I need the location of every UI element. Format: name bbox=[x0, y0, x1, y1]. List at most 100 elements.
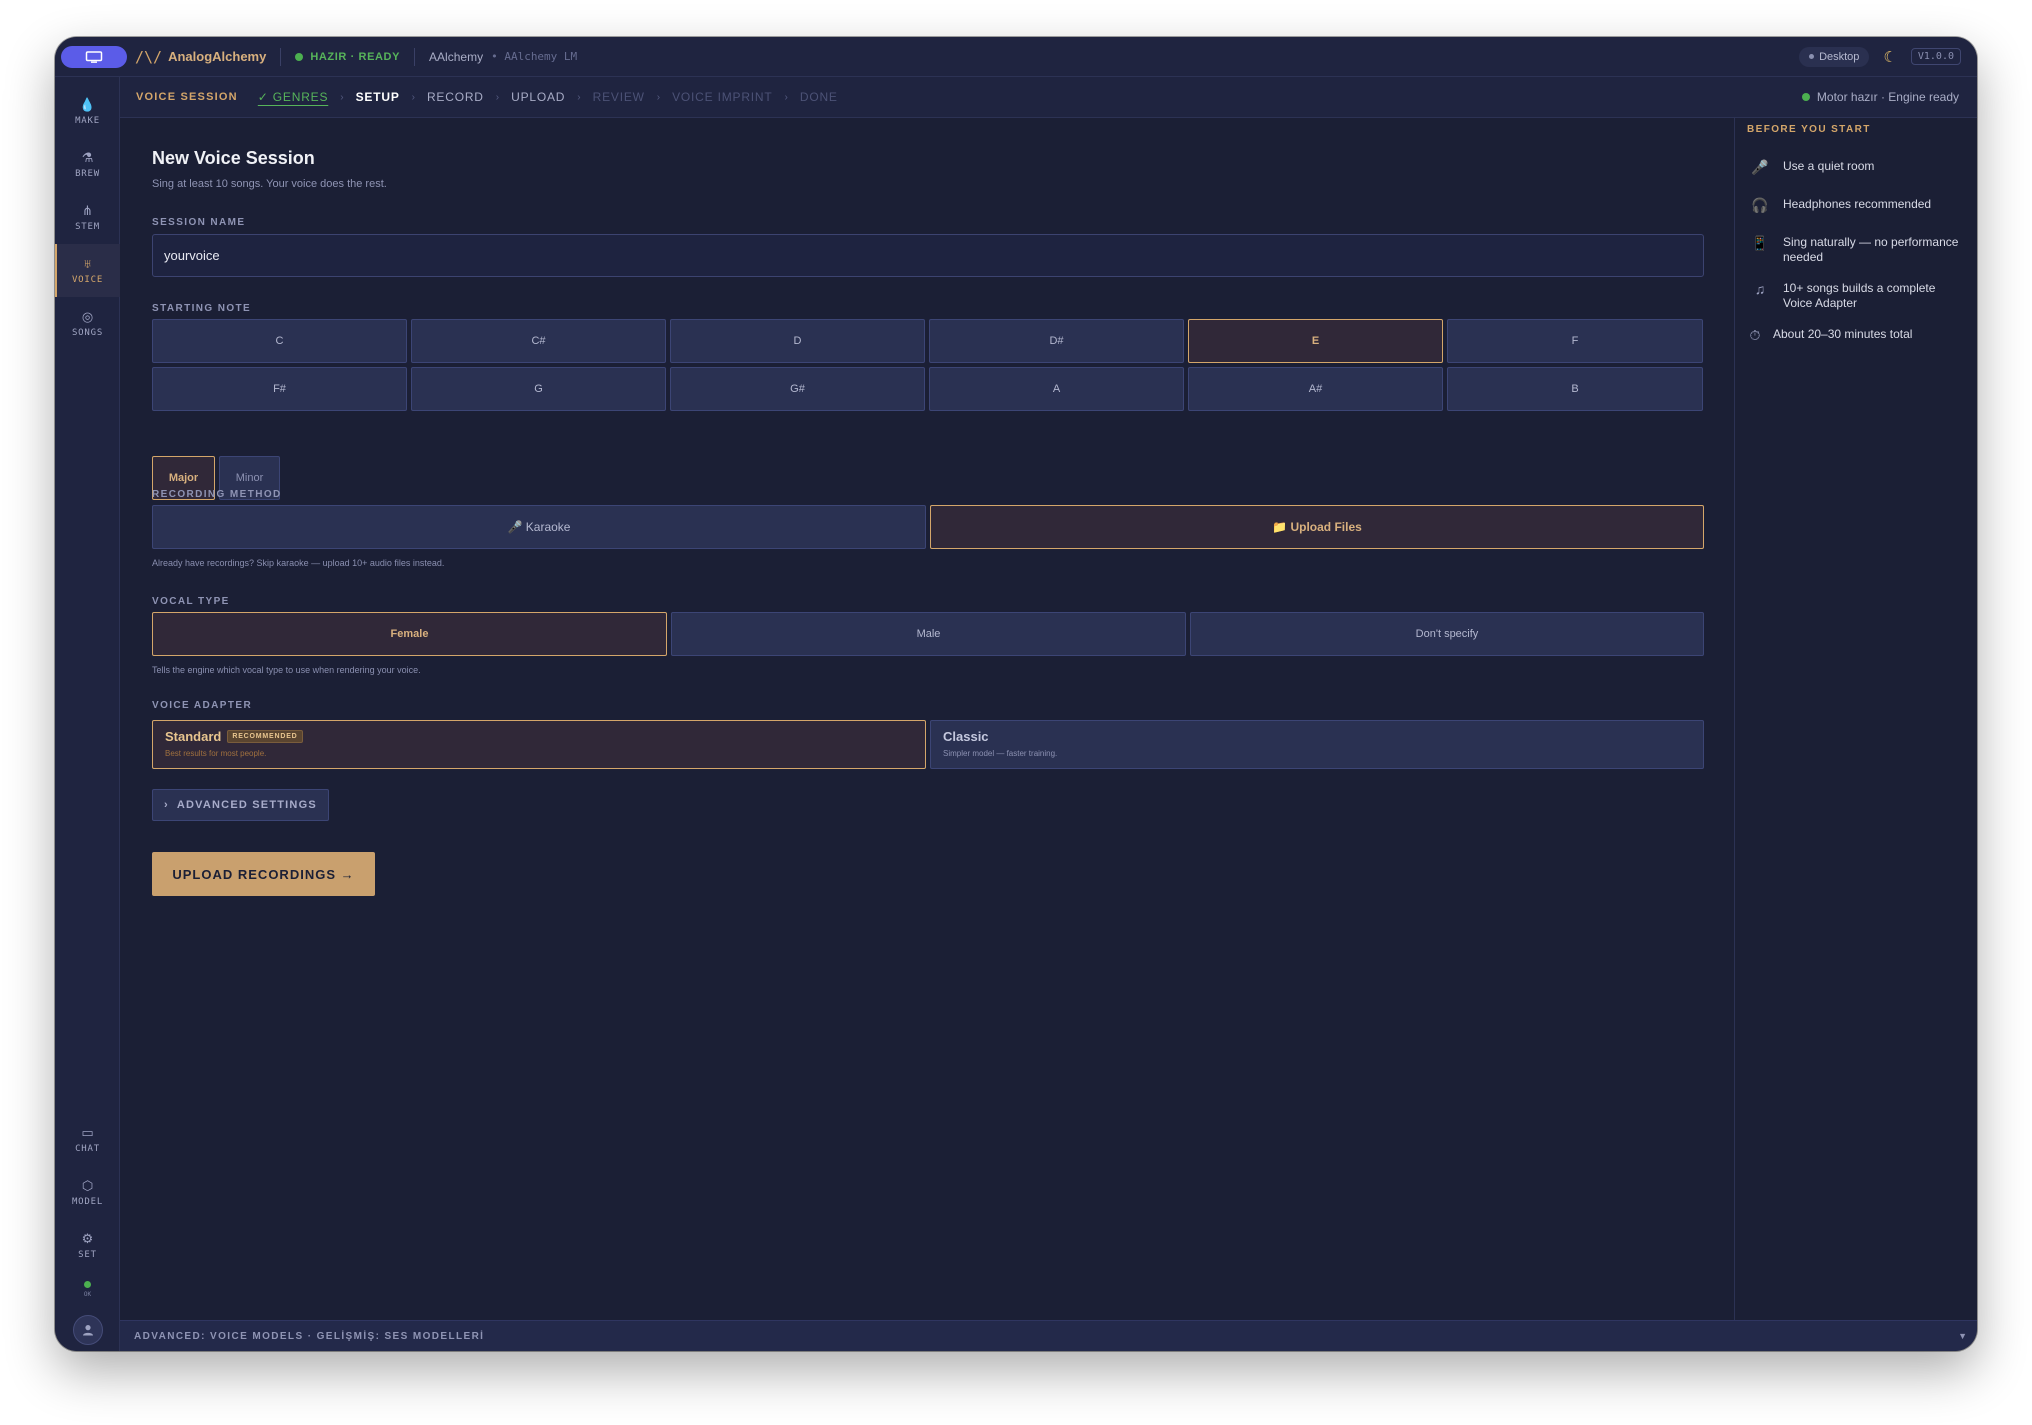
advanced-voice-models-bar[interactable]: ADVANCED: VOICE MODELS · GELİŞMİŞ: SES M… bbox=[120, 1320, 1977, 1351]
note-d-sharp-button[interactable]: D# bbox=[929, 319, 1184, 363]
user-icon bbox=[83, 1325, 93, 1336]
nav-label: VOICE bbox=[71, 274, 104, 285]
step-setup[interactable]: SETUP bbox=[356, 90, 400, 104]
nav-label: CHAT bbox=[75, 1143, 100, 1154]
project-name[interactable]: AAlchemy bbox=[429, 50, 483, 64]
desktop-dot-icon bbox=[1809, 54, 1815, 59]
tip-text: Use a quiet room bbox=[1783, 159, 1875, 173]
note-g-sharp-button[interactable]: G# bbox=[670, 367, 925, 411]
chevron-right-icon: › bbox=[411, 91, 415, 103]
step-upload[interactable]: UPLOAD bbox=[511, 90, 565, 104]
advanced-settings-label: ADVANCED SETTINGS bbox=[176, 799, 317, 811]
chevron-right-icon: › bbox=[340, 91, 344, 103]
nav-make[interactable]: 💧 MAKE bbox=[55, 85, 120, 138]
app-window: /\/ AnalogAlchemy HAZIR · READY AAlchemy… bbox=[55, 37, 1977, 1351]
vocal-unspecified-option[interactable]: Don't specify bbox=[1190, 612, 1704, 656]
vocal-type-label: VOCAL TYPE bbox=[152, 596, 230, 607]
top-bar: /\/ AnalogAlchemy HAZIR · READY AAlchemy… bbox=[55, 37, 1977, 77]
starting-note-label: STARTING NOTE bbox=[152, 303, 252, 314]
system-ok-dot-icon bbox=[84, 1281, 91, 1288]
nav-voice[interactable]: ♅ VOICE bbox=[55, 244, 120, 297]
vocal-male-option[interactable]: Male bbox=[671, 612, 1186, 656]
chevron-right-icon: › bbox=[495, 91, 500, 103]
note-b-button[interactable]: B bbox=[1447, 367, 1703, 411]
page-subtitle: Sing at least 10 songs. Your voice does … bbox=[152, 178, 387, 190]
chat-icon: ▭ bbox=[81, 1124, 94, 1140]
ready-status: HAZIR · READY bbox=[295, 51, 400, 63]
adapter-standard-option[interactable]: Standard RECOMMENDED Best results for mo… bbox=[152, 720, 926, 769]
step-record[interactable]: RECORD bbox=[427, 90, 484, 104]
advanced-settings-button[interactable]: › ADVANCED SETTINGS bbox=[152, 789, 329, 821]
gear-icon: ⚙ bbox=[81, 1230, 94, 1246]
chevron-right-icon: › bbox=[164, 799, 169, 811]
fork-icon: ⋔ bbox=[82, 202, 93, 218]
step-review: REVIEW bbox=[592, 90, 645, 104]
vocal-female-option[interactable]: Female bbox=[152, 612, 667, 656]
expand-down-icon[interactable]: ▼ bbox=[1958, 1331, 1967, 1341]
nav-label: STEM bbox=[75, 221, 100, 232]
user-avatar[interactable] bbox=[73, 1315, 103, 1345]
adapter-name: Classic bbox=[943, 729, 989, 744]
karaoke-option[interactable]: 🎤 Karaoke bbox=[152, 505, 926, 549]
session-title: VOICE SESSION bbox=[136, 91, 238, 103]
note-c-sharp-button[interactable]: C# bbox=[411, 319, 666, 363]
adapter-classic-option[interactable]: Classic Simpler model — faster training. bbox=[930, 720, 1704, 769]
recording-help-text: Already have recordings? Skip karaoke — … bbox=[152, 558, 445, 568]
droplet-icon: 💧 bbox=[79, 96, 96, 112]
adapter-description: Simpler model — faster training. bbox=[943, 749, 1058, 758]
window-switch-button[interactable] bbox=[61, 45, 127, 68]
note-d-button[interactable]: D bbox=[670, 319, 925, 363]
cube-icon: ⬡ bbox=[81, 1177, 94, 1193]
tip-text: 10+ songs builds a complete Voice Adapte… bbox=[1783, 281, 1936, 310]
nav-label: BREW bbox=[75, 168, 100, 179]
main-content: New Voice Session Sing at least 10 songs… bbox=[120, 118, 1734, 1320]
note-c-button[interactable]: C bbox=[152, 319, 407, 363]
logo-icon: /\/ bbox=[135, 47, 163, 66]
chevron-right-icon: › bbox=[656, 91, 661, 103]
tip-text: Headphones recommended bbox=[1783, 197, 1932, 211]
note-a-button[interactable]: A bbox=[929, 367, 1184, 411]
recommended-badge: RECOMMENDED bbox=[227, 730, 303, 743]
session-name-label: SESSION NAME bbox=[152, 217, 246, 228]
note-a-sharp-button[interactable]: A# bbox=[1188, 367, 1443, 411]
upload-files-option[interactable]: 📁 Upload Files bbox=[930, 505, 1704, 549]
nav-chat[interactable]: ▭ CHAT bbox=[55, 1113, 120, 1166]
nav-stem[interactable]: ⋔ STEM bbox=[55, 191, 120, 244]
tip-item: ♫ 10+ songs builds a complete Voice Adap… bbox=[1747, 281, 1967, 311]
note-g-button[interactable]: G bbox=[411, 367, 666, 411]
headphones-icon: 🎧 bbox=[1751, 197, 1769, 213]
nav-model[interactable]: ⬡ MODEL bbox=[55, 1166, 120, 1219]
session-name-input[interactable]: yourvoice bbox=[152, 234, 1704, 277]
engine-status-dot-icon bbox=[1801, 93, 1810, 101]
monitor-icon bbox=[85, 50, 103, 63]
note-e-button[interactable]: E bbox=[1188, 319, 1443, 363]
divider bbox=[414, 47, 416, 66]
tip-item: 📱 Sing naturally — no performance needed bbox=[1747, 235, 1967, 265]
adapter-title: Classic bbox=[943, 729, 1691, 744]
mic-icon: ♅ bbox=[82, 255, 93, 271]
tip-item: ⏱ About 20–30 minutes total bbox=[1747, 327, 1967, 344]
step-done: DONE bbox=[799, 90, 838, 104]
desktop-label: Desktop bbox=[1819, 50, 1860, 63]
sidebar: 💧 MAKE ⚗ BREW ⋔ STEM ♅ VOICE ◎ SONGS ▭ C… bbox=[55, 77, 120, 1351]
note-f-button[interactable]: F bbox=[1447, 319, 1703, 363]
nav-brew[interactable]: ⚗ BREW bbox=[55, 138, 120, 191]
project-model: • AAlchemy LM bbox=[491, 50, 578, 63]
step-genres[interactable]: ✓ GENRES bbox=[258, 90, 328, 104]
page-title: New Voice Session bbox=[152, 148, 315, 168]
theme-moon-icon[interactable]: ☾ bbox=[1883, 48, 1896, 66]
nav-set[interactable]: ⚙ SET bbox=[55, 1219, 120, 1272]
nav-songs[interactable]: ◎ SONGS bbox=[55, 297, 120, 350]
nav-label: SET bbox=[78, 1249, 97, 1260]
note-f-sharp-button[interactable]: F# bbox=[152, 367, 407, 411]
disc-icon: ◎ bbox=[81, 308, 94, 324]
tip-item: 🎤 Use a quiet room bbox=[1747, 159, 1967, 176]
timer-icon: ⏱ bbox=[1749, 327, 1761, 343]
nav-label: MAKE bbox=[75, 115, 100, 126]
voice-adapter-label: VOICE ADAPTER bbox=[152, 700, 253, 711]
chevron-right-icon: › bbox=[577, 91, 581, 103]
chevron-right-icon: › bbox=[784, 91, 788, 103]
upload-recordings-button[interactable]: UPLOAD RECORDINGS → bbox=[152, 852, 375, 896]
desktop-mode-toggle[interactable]: Desktop bbox=[1799, 46, 1870, 67]
step-voice-imprint: VOICE IMPRINT bbox=[672, 90, 773, 104]
